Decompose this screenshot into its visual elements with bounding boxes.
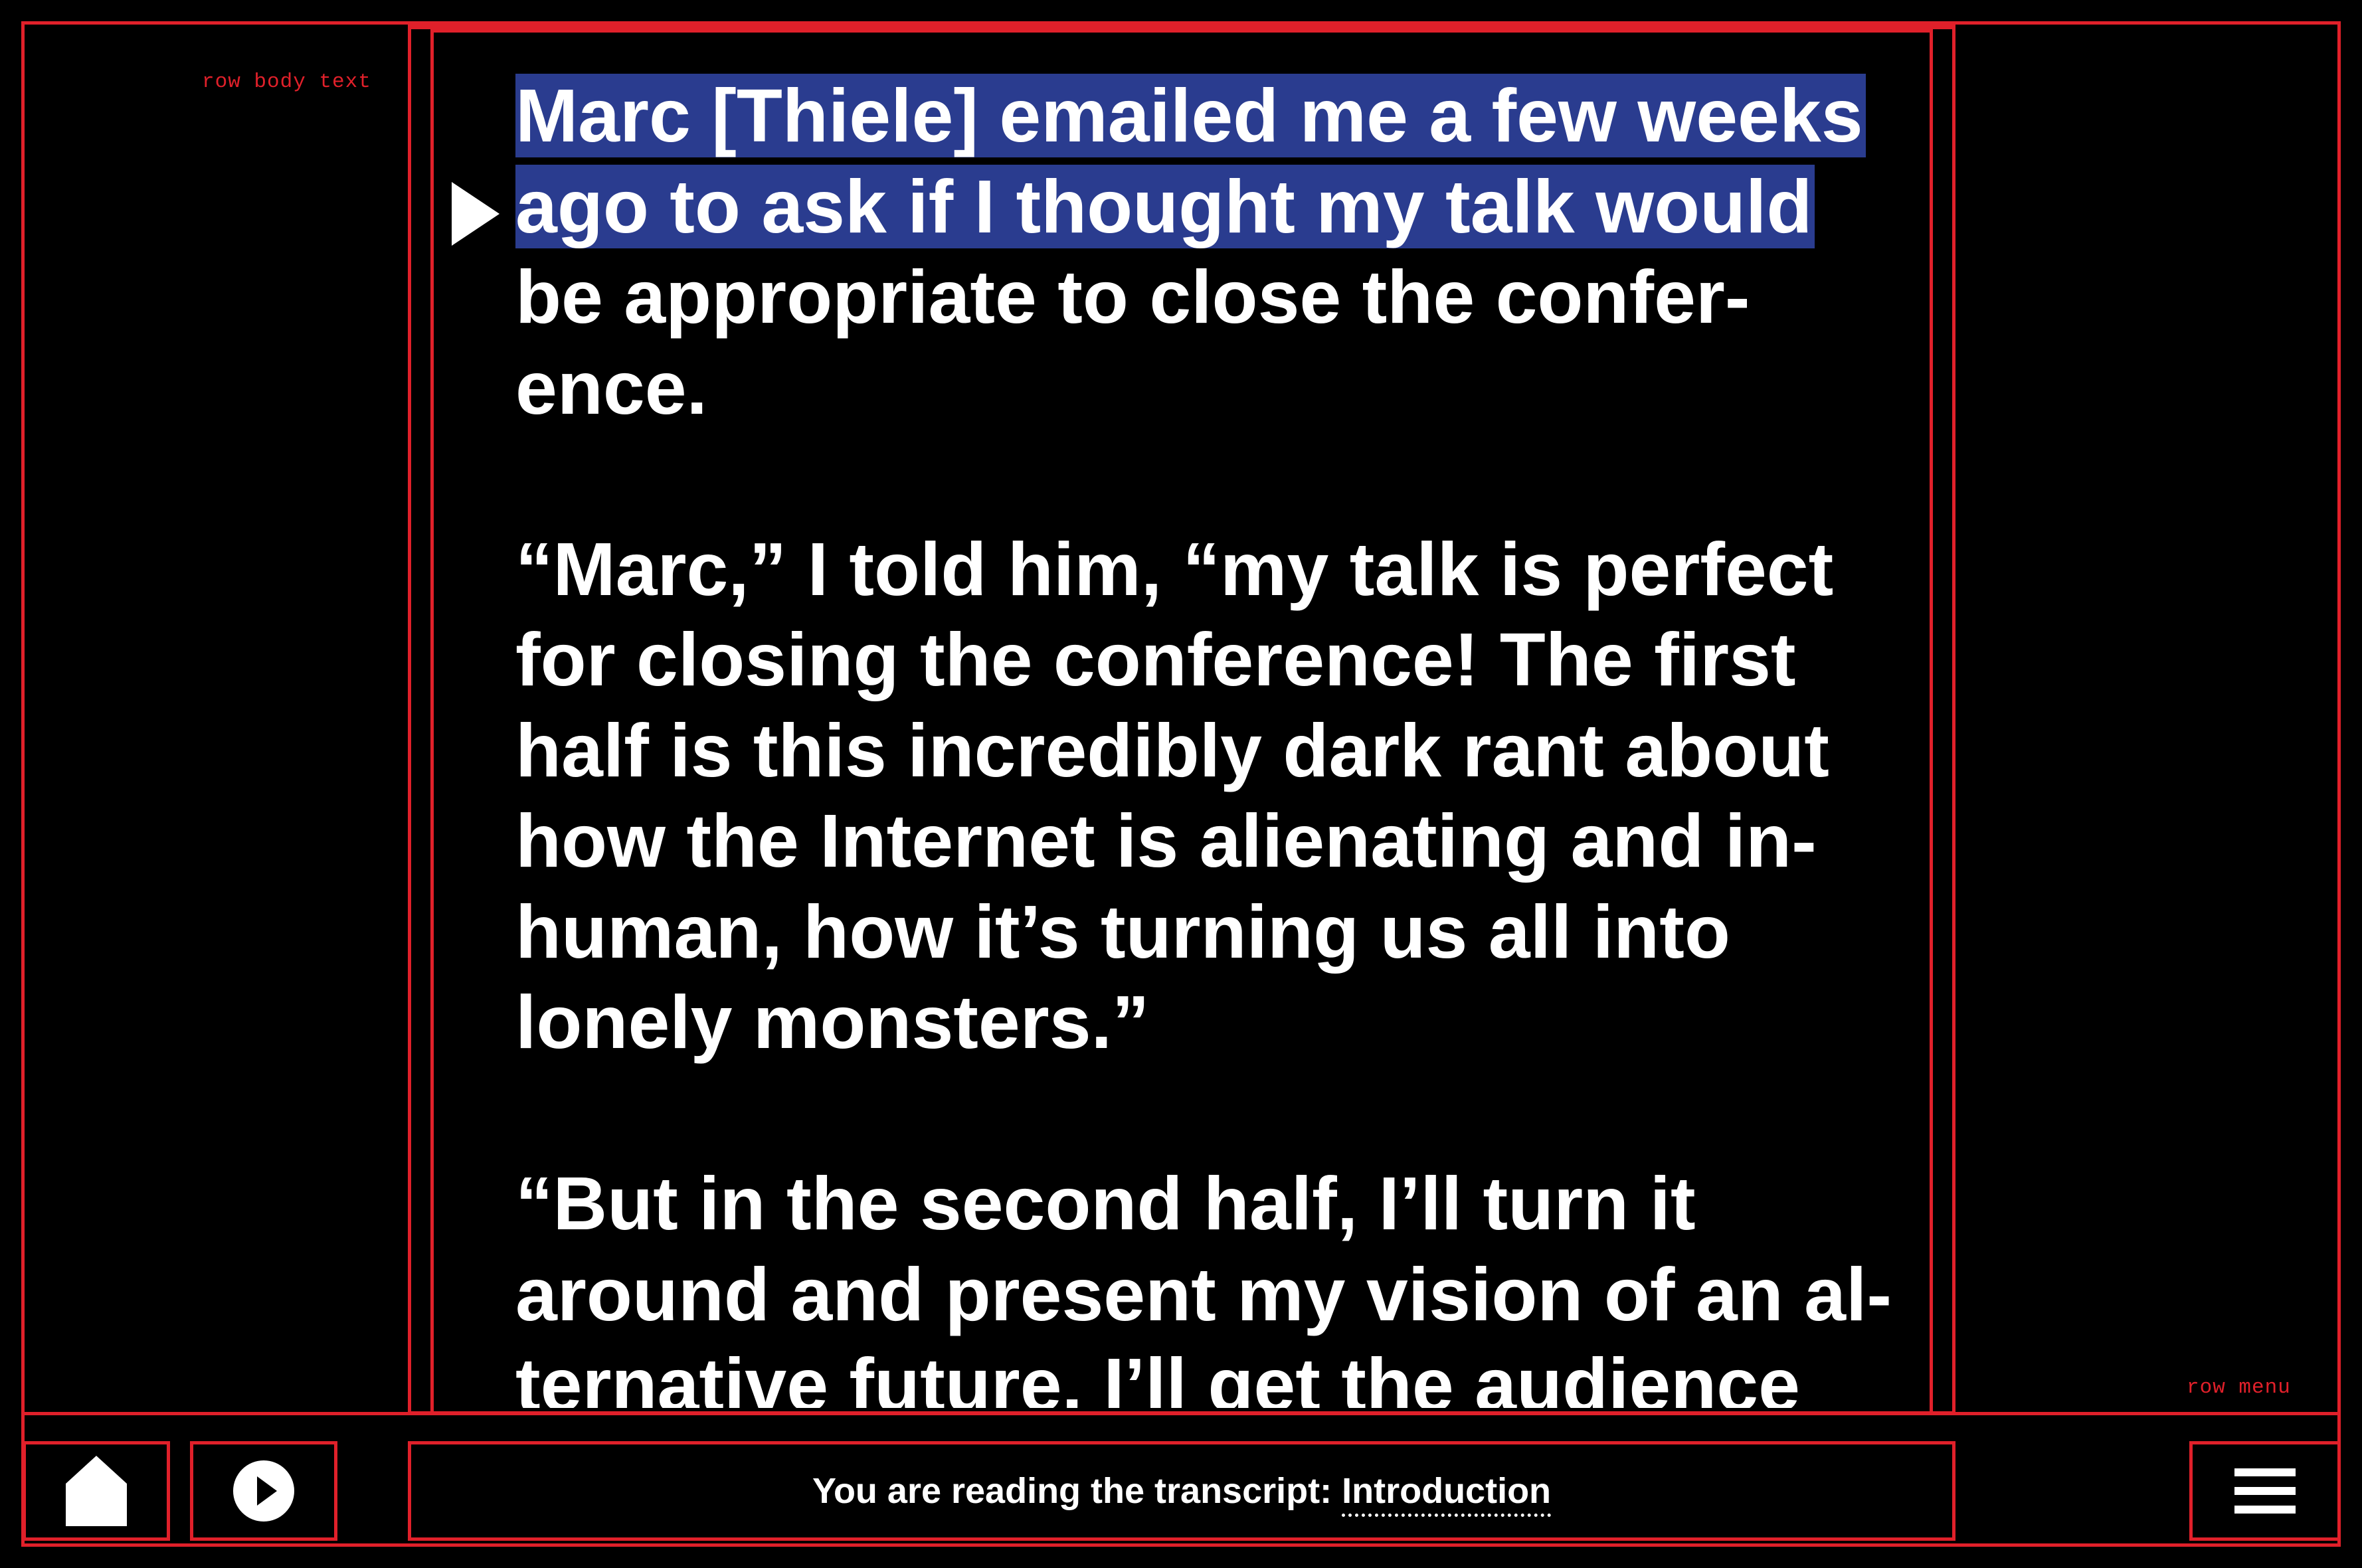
menu-row-divider xyxy=(21,1412,2341,1415)
transcript-viewport[interactable]: Marc [Thiele] emailed me a few weeks ago… xyxy=(515,70,1924,1408)
transcript-line[interactable]: how the Internet is alienating and in- xyxy=(515,796,1924,887)
menu-button[interactable] xyxy=(2189,1441,2341,1541)
transcript-line[interactable]: Marc [Thiele] emailed me a few weeks xyxy=(515,70,1924,161)
transcript-line[interactable]: “But in the second half, I’ll turn it xyxy=(515,1158,1924,1249)
home-button[interactable] xyxy=(23,1441,170,1541)
transcript-paragraph: Marc [Thiele] emailed me a few weeks ago… xyxy=(515,70,1924,433)
transcript-paragraph: “But in the second half, I’ll turn it ar… xyxy=(515,1158,1924,1408)
row-body-text-label: row body text xyxy=(202,70,371,94)
chapter-link[interactable]: Introduction xyxy=(1342,1471,1552,1517)
transcript-line[interactable]: be appropriate to close the confer- xyxy=(515,252,1924,343)
status-prefix: You are reading the transcript: xyxy=(812,1471,1332,1511)
transcript-line[interactable]: half is this incredibly dark rant about xyxy=(515,705,1924,796)
transcript-line[interactable]: lonely monsters.” xyxy=(515,977,1924,1068)
transcript-line[interactable]: “Marc,” I told him, “my talk is perfect xyxy=(515,524,1924,615)
transcript-line[interactable]: ago to ask if I thought my talk would xyxy=(515,161,1924,252)
transcript-line[interactable]: ence. xyxy=(515,343,1924,434)
transcript-line[interactable]: for closing the conference! The first xyxy=(515,614,1924,705)
transcript-line[interactable]: ternative future. I’ll get the audience xyxy=(515,1340,1924,1408)
reading-position-indicator-icon xyxy=(452,182,500,246)
hamburger-menu-icon xyxy=(2234,1468,2296,1514)
play-icon xyxy=(233,1460,294,1522)
play-button[interactable] xyxy=(190,1441,337,1541)
transcript-text: Marc [Thiele] emailed me a few weeks ago… xyxy=(515,70,1924,1408)
highlighted-sentence-part[interactable]: ago to ask if I thought my talk would xyxy=(515,164,1815,248)
reading-status-text: You are reading the transcript: Introduc… xyxy=(812,1470,1552,1517)
transcript-paragraph: “Marc,” I told him, “my talk is perfect … xyxy=(515,524,1924,1068)
reading-status-bar: You are reading the transcript: Introduc… xyxy=(408,1441,1955,1541)
highlighted-sentence-part[interactable]: Marc [Thiele] emailed me a few weeks xyxy=(515,74,1866,157)
row-menu-label: row menu xyxy=(2187,1376,2291,1399)
transcript-line[interactable]: around and present my vision of an al- xyxy=(515,1249,1924,1340)
home-icon xyxy=(66,1456,127,1526)
transcript-line[interactable]: human, how it’s turning us all into xyxy=(515,887,1924,978)
